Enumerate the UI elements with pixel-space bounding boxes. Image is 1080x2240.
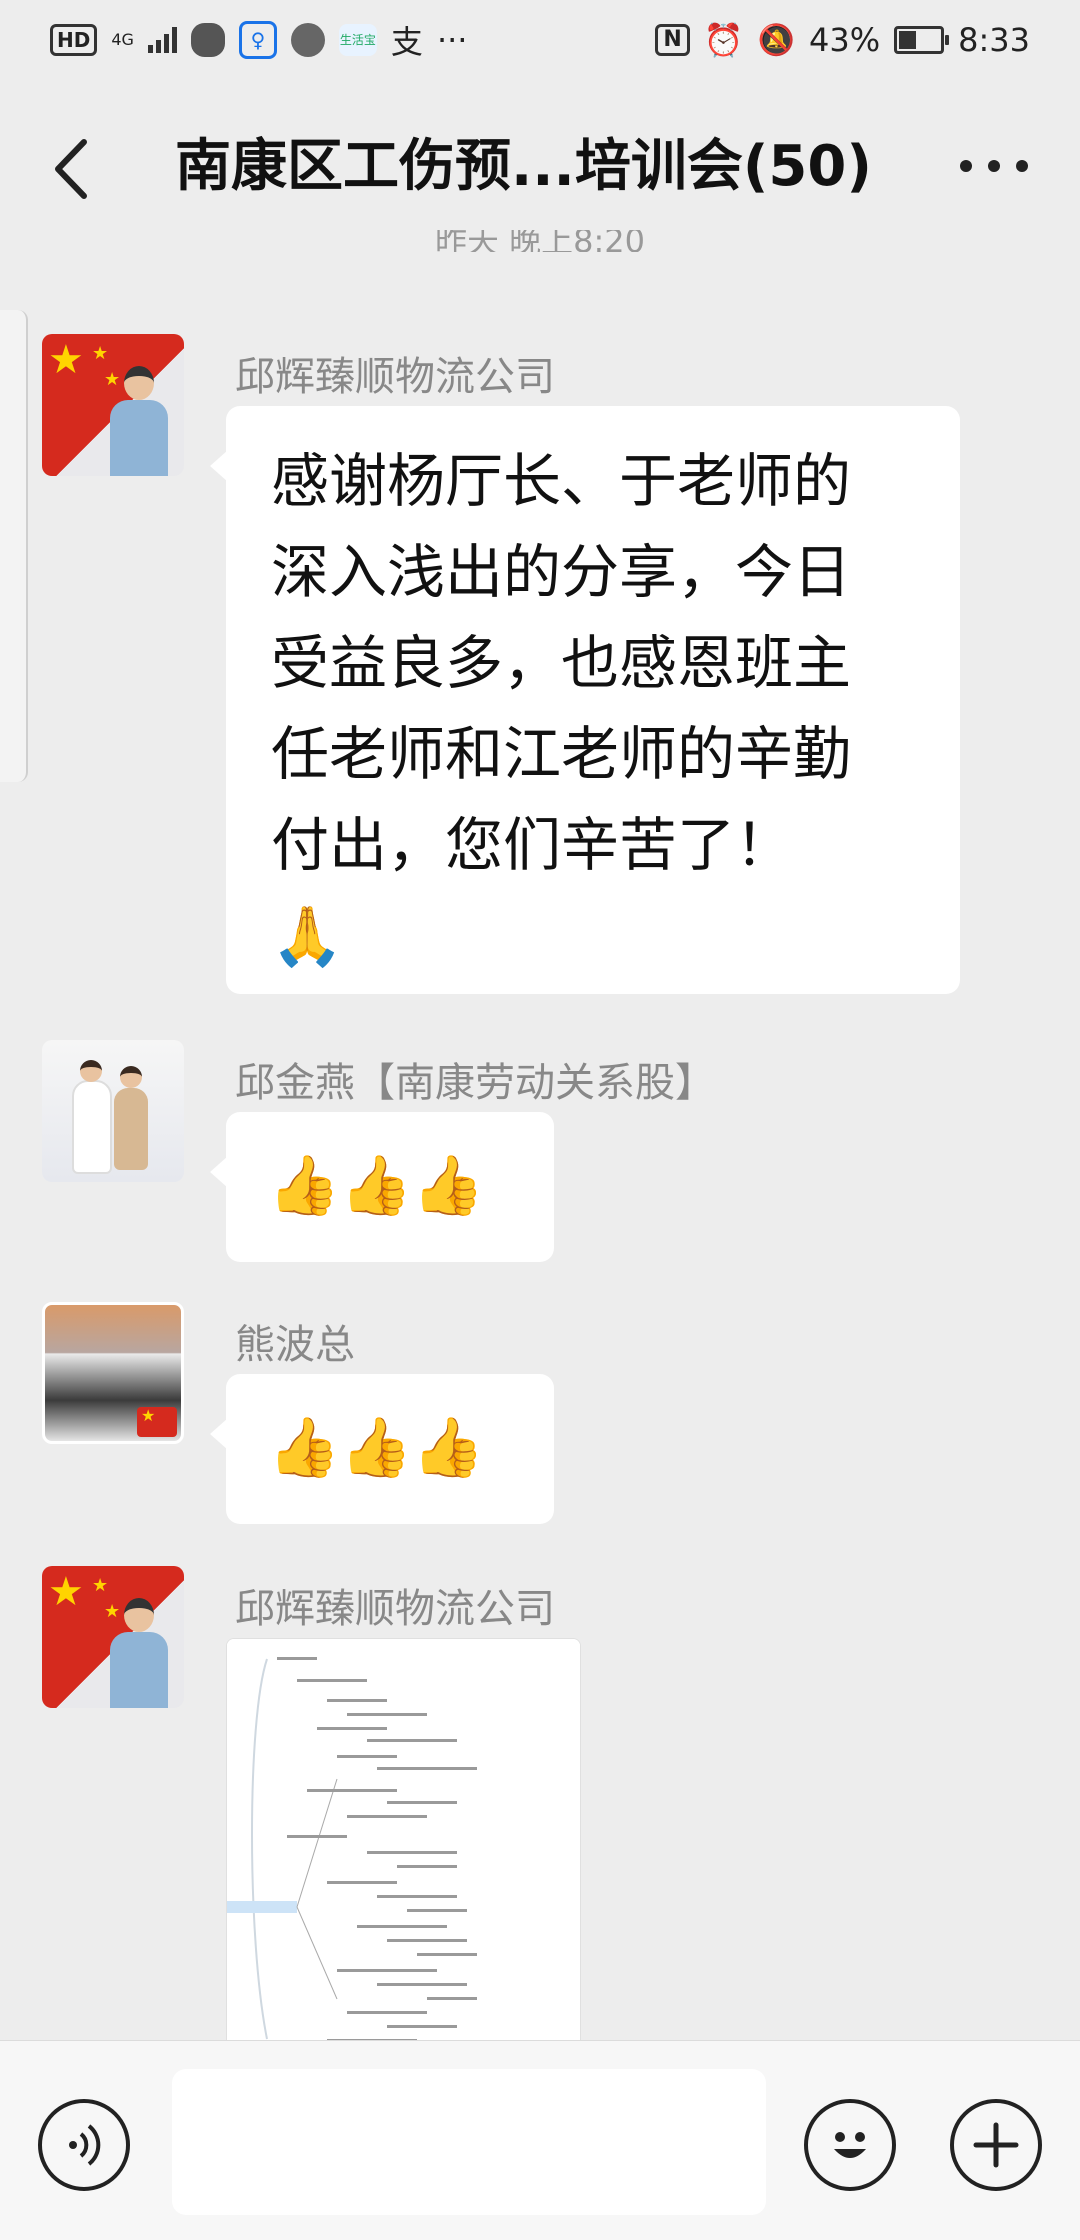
chat-title: 南康区工伤预...培训会(50) xyxy=(175,134,872,199)
person-figure xyxy=(106,1598,172,1708)
sender-name: 邱辉臻顺物流公司 xyxy=(235,1586,555,1632)
avatar[interactable]: ★ ★ ★ xyxy=(42,1566,184,1708)
app-icon: 生活宝 xyxy=(338,24,377,56)
message-bubble[interactable]: 👍👍👍 xyxy=(210,1374,554,1524)
sender-name: 熊波总 xyxy=(235,1322,355,1368)
thumbs-up-emojis: 👍👍👍 xyxy=(268,1151,485,1219)
chevron-left-icon xyxy=(55,139,87,199)
emoji-icon xyxy=(834,2132,866,2158)
mute-bell-icon: 🔕 xyxy=(757,22,796,58)
flag-star-icon: ★ xyxy=(48,337,84,383)
emoji-button[interactable] xyxy=(804,2099,896,2191)
nfc-icon: N xyxy=(655,24,690,56)
timestamp-divider: 昨天 晚上8:20 xyxy=(434,230,646,252)
person-figure xyxy=(106,366,172,476)
mind-map-image xyxy=(227,1639,580,2047)
image-message[interactable] xyxy=(226,1638,581,2048)
message-input[interactable] xyxy=(172,2069,766,2215)
voice-icon xyxy=(69,2124,101,2166)
more-notifications-icon: ··· xyxy=(436,21,468,59)
lightbulb-app-icon: ♀ xyxy=(238,21,277,59)
avatar[interactable]: ★ ★ ★ xyxy=(42,334,184,476)
add-button[interactable] xyxy=(950,2099,1042,2191)
flag-icon: ★ xyxy=(137,1407,177,1437)
avatar[interactable]: ★ xyxy=(42,1302,184,1444)
thumbs-up-emojis: 👍👍👍 xyxy=(268,1413,485,1481)
wechat-icon xyxy=(190,23,225,57)
avatar[interactable] xyxy=(42,1040,184,1182)
network-type: 4G xyxy=(111,30,134,49)
back-button[interactable] xyxy=(48,134,96,204)
input-bar xyxy=(0,2040,1080,2240)
signal-icon xyxy=(147,27,177,53)
message-bubble[interactable]: 感谢杨厅长、于老师的 深入浅出的分享，今日 受益良多，也感恩班主 任老师和江老师… xyxy=(210,406,960,994)
message-text: 感谢杨厅长、于老师的 深入浅出的分享，今日 受益良多，也感恩班主 任老师和江老师… xyxy=(271,447,852,970)
flag-star-icon: ★ xyxy=(48,1569,84,1615)
more-dots-icon xyxy=(960,160,1028,172)
status-left: HD 4G ♀ 生活宝 支 ··· xyxy=(50,17,467,63)
left-edge-overlay xyxy=(0,310,28,782)
battery-icon xyxy=(894,26,950,54)
alipay-icon: 支 xyxy=(390,23,423,61)
voice-button[interactable] xyxy=(38,2099,130,2191)
plus-icon xyxy=(973,2122,1019,2168)
more-button[interactable] xyxy=(960,146,1028,186)
clock: 8:33 xyxy=(958,21,1030,59)
status-right: N ⏰ 🔕 43% 8:33 xyxy=(655,21,1030,59)
sender-name: 邱辉臻顺物流公司 xyxy=(235,354,555,400)
alarm-icon: ⏰ xyxy=(703,21,744,59)
message-bubble[interactable]: 👍👍👍 xyxy=(210,1112,554,1262)
status-bar: HD 4G ♀ 生活宝 支 ··· N ⏰ 🔕 43% 8:33 xyxy=(0,0,1080,80)
hd-icon: HD xyxy=(50,24,98,56)
message-icon xyxy=(290,23,325,57)
battery-percent: 43% xyxy=(809,21,881,59)
sender-name: 邱金燕【南康劳动关系股】 xyxy=(235,1060,715,1106)
